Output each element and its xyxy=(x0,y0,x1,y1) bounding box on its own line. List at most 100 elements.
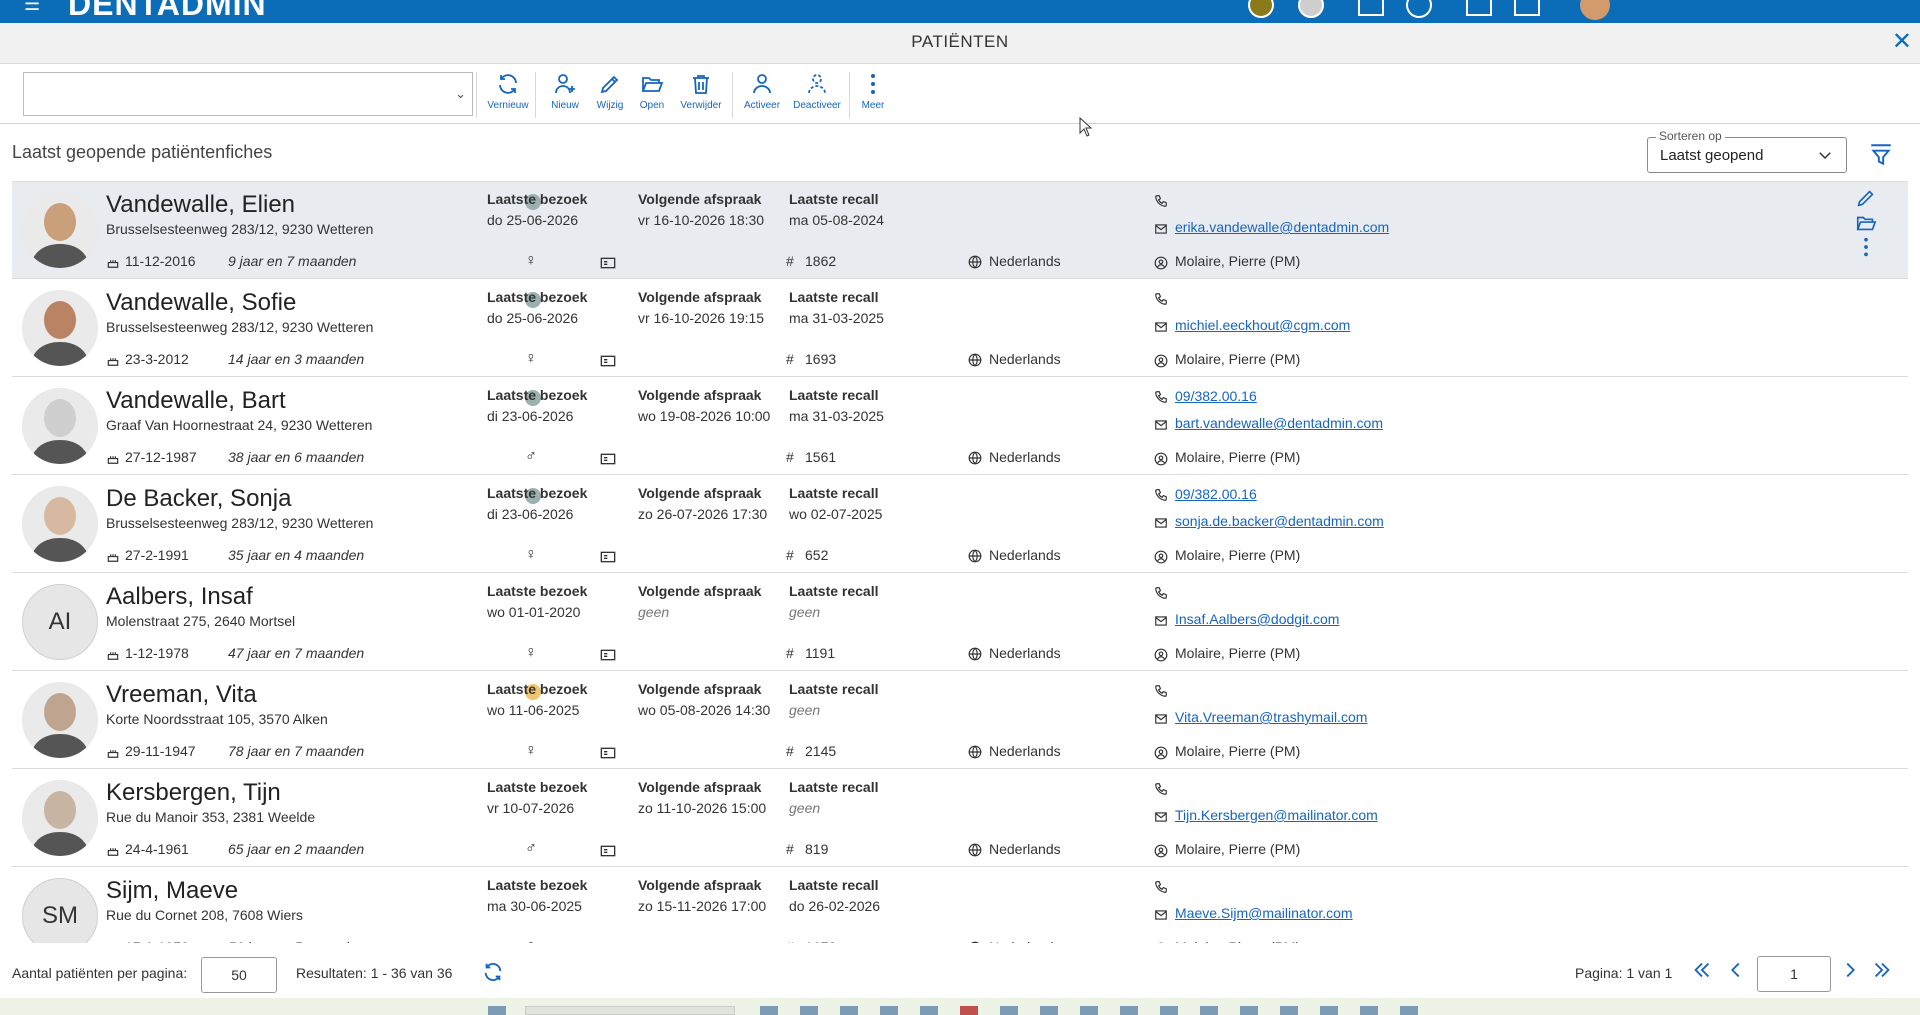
close-icon[interactable]: ✕ xyxy=(1892,27,1912,56)
last-visit-label: Laatste bezoek xyxy=(487,583,588,599)
taskbar-app-icon[interactable] xyxy=(840,1006,858,1015)
patient-row[interactable]: AI Aalbers, Insaf Molenstraat 275, 2640 … xyxy=(12,574,1908,671)
windows-start-icon[interactable] xyxy=(488,1006,506,1015)
taskbar-app-icon[interactable] xyxy=(1200,1006,1218,1015)
last-page-icon[interactable] xyxy=(1871,959,1893,981)
chevron-down-icon[interactable]: ⌄ xyxy=(455,86,466,102)
next-page-icon[interactable] xyxy=(1839,959,1861,981)
taskbar-app-icon[interactable] xyxy=(960,1006,978,1015)
email-link[interactable]: michiel.eeckhout@cgm.com xyxy=(1175,317,1350,333)
patient-row[interactable]: Kersbergen, Tijn Rue du Manoir 353, 2381… xyxy=(12,770,1908,867)
patient-row[interactable]: Vandewalle, Elien Brusselsesteenweg 283/… xyxy=(12,182,1908,279)
taskbar-app-icon[interactable] xyxy=(880,1006,898,1015)
patient-language: Nederlands xyxy=(989,645,1061,661)
taskbar-app-icon[interactable] xyxy=(1280,1006,1298,1015)
patient-name[interactable]: Kersbergen, Tijn xyxy=(106,779,281,807)
patient-name[interactable]: Sijm, Maeve xyxy=(106,877,238,905)
delete-button[interactable]: Verwijder xyxy=(677,72,725,111)
previous-page-icon[interactable] xyxy=(1725,959,1747,981)
taskbar-app-icon[interactable] xyxy=(1240,1006,1258,1015)
activate-button[interactable]: Activeer xyxy=(739,72,785,111)
deactivate-label: Deactiveer xyxy=(793,100,841,111)
birthday-cake-icon xyxy=(106,255,120,274)
patient-row[interactable]: Vandewalle, Bart Graaf Van Hoornestraat … xyxy=(12,378,1908,475)
edit-label: Wijzig xyxy=(596,100,624,111)
section-title: Laatst geopende patiëntenfiches xyxy=(12,142,273,162)
last-recall-value: geen xyxy=(789,800,821,816)
edit-patient-icon[interactable] xyxy=(1855,187,1877,214)
patient-row[interactable]: Vandewalle, Sofie Brusselsesteenweg 283/… xyxy=(12,280,1908,377)
help-icon[interactable] xyxy=(1406,0,1432,18)
practitioner-icon xyxy=(1154,354,1168,373)
last-recall-value: wo 02-07-2025 xyxy=(789,506,883,522)
email-link[interactable]: Maeve.Sijm@mailinator.com xyxy=(1175,905,1353,921)
more-button[interactable]: Meer xyxy=(853,72,893,111)
taskbar-app-icon[interactable] xyxy=(1360,1006,1378,1015)
toolbar-divider xyxy=(849,72,850,118)
patient-name[interactable]: Vandewalle, Elien xyxy=(106,191,295,219)
sort-select[interactable]: Sorteren op Laatst geopend xyxy=(1647,129,1847,173)
taskbar-app-icon[interactable] xyxy=(1400,1006,1418,1015)
taskbar-app-icon[interactable] xyxy=(1320,1006,1338,1015)
more-vertical-icon xyxy=(871,74,875,94)
first-page-icon[interactable] xyxy=(1691,959,1713,981)
patient-birthdate: 11-12-2016 xyxy=(125,253,196,269)
patient-row[interactable]: SM Sijm, Maeve Rue du Cornet 208, 7608 W… xyxy=(12,868,1908,943)
taskbar-app-icon[interactable] xyxy=(1120,1006,1138,1015)
patient-number: 652 xyxy=(805,547,829,563)
next-appointment-label: Volgende afspraak xyxy=(638,877,762,893)
taskbar-search-box[interactable] xyxy=(525,1006,735,1015)
phone-link[interactable]: 09/382.00.16 xyxy=(1175,486,1257,502)
filter-icon[interactable] xyxy=(1868,142,1894,168)
patient-name[interactable]: Aalbers, Insaf xyxy=(106,583,253,611)
patient-name[interactable]: Vandewalle, Bart xyxy=(106,387,286,415)
taskbar-app-icon[interactable] xyxy=(800,1006,818,1015)
hamburger-icon[interactable]: ☰ xyxy=(24,0,40,15)
taskbar-app-icon[interactable] xyxy=(1160,1006,1178,1015)
email-link[interactable]: erika.vandewalle@dentadmin.com xyxy=(1175,219,1389,235)
patient-search-combobox[interactable]: ⌄ xyxy=(23,72,473,116)
taskbar-app-icon[interactable] xyxy=(1040,1006,1058,1015)
deactivate-button[interactable]: Deactiveer xyxy=(790,72,844,111)
patient-practitioner: Molaire, Pierre (PM) xyxy=(1175,449,1301,465)
last-recall-value: geen xyxy=(789,702,821,718)
calendar-icon[interactable] xyxy=(1358,0,1384,16)
patient-name[interactable]: De Backer, Sonja xyxy=(106,485,291,513)
page-number-input[interactable]: 1 xyxy=(1757,956,1831,992)
edit-button[interactable]: Wijzig xyxy=(590,72,630,111)
monitor-icon[interactable] xyxy=(1466,0,1492,16)
patient-number: 2145 xyxy=(805,743,837,759)
gender-icon: ♀ xyxy=(525,742,537,759)
email-link[interactable]: Tijn.Kersbergen@mailinator.com xyxy=(1175,807,1378,823)
refresh-button[interactable]: Vernieuw xyxy=(487,72,529,111)
patient-name[interactable]: Vreeman, Vita xyxy=(106,681,257,709)
patient-number: 1561 xyxy=(805,449,837,465)
patient-name[interactable]: Vandewalle, Sofie xyxy=(106,289,296,317)
open-button[interactable]: Open xyxy=(632,72,672,111)
email-link[interactable]: Insaf.Aalbers@dodgit.com xyxy=(1175,611,1339,627)
patient-language: Nederlands xyxy=(989,253,1061,269)
birthday-cake-icon xyxy=(106,549,120,568)
taskbar-app-icon[interactable] xyxy=(760,1006,778,1015)
open-patient-icon[interactable] xyxy=(1855,212,1877,239)
book-icon[interactable] xyxy=(1514,0,1540,16)
taskbar-app-icon[interactable] xyxy=(920,1006,938,1015)
taskbar-app-icon[interactable] xyxy=(1000,1006,1018,1015)
more-vertical-icon[interactable] xyxy=(1855,236,1877,263)
patient-row[interactable]: De Backer, Sonja Brusselsesteenweg 283/1… xyxy=(12,476,1908,573)
new-patient-button[interactable]: Nieuw xyxy=(545,72,585,111)
status-icon[interactable] xyxy=(1298,0,1324,18)
user-avatar[interactable] xyxy=(1580,0,1610,20)
email-link[interactable]: Vita.Vreeman@trashymail.com xyxy=(1175,709,1367,725)
email-link[interactable]: bart.vandewalle@dentadmin.com xyxy=(1175,415,1383,431)
gender-icon: ♀ xyxy=(525,546,537,563)
notification-icon[interactable] xyxy=(1248,0,1274,18)
phone-icon xyxy=(1154,880,1168,899)
email-link[interactable]: sonja.de.backer@dentadmin.com xyxy=(1175,513,1384,529)
refresh-icon[interactable] xyxy=(482,961,504,983)
per-page-input[interactable]: 50 xyxy=(201,957,277,993)
taskbar-app-icon[interactable] xyxy=(1080,1006,1098,1015)
last-visit-value: do 25-06-2026 xyxy=(487,212,579,228)
phone-link[interactable]: 09/382.00.16 xyxy=(1175,388,1257,404)
patient-row[interactable]: Vreeman, Vita Korte Noordsstraat 105, 35… xyxy=(12,672,1908,769)
